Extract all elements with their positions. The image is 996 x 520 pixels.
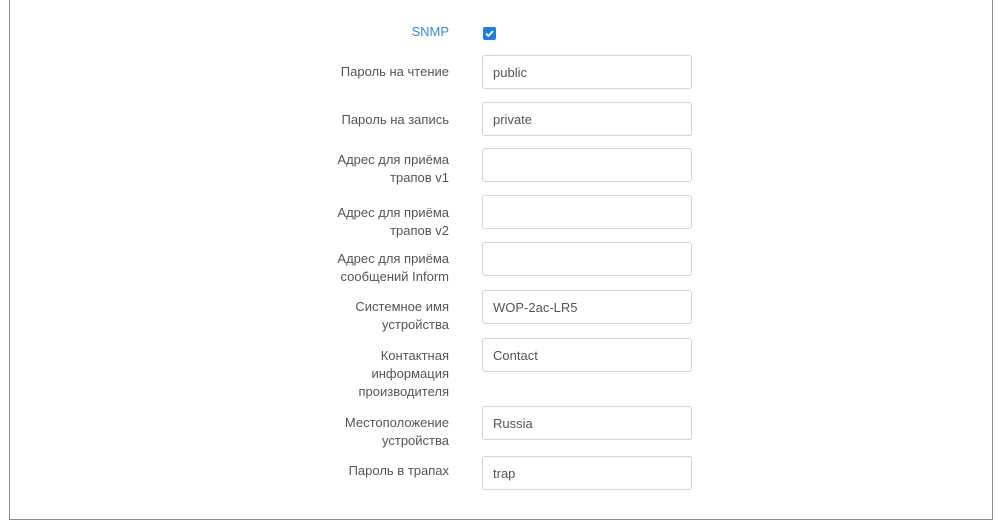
label-line: Адрес для приёма bbox=[337, 251, 449, 266]
label-line: Системное имя bbox=[355, 299, 449, 314]
trap-v1-address-label: Адрес для приёма трапов v1 bbox=[279, 151, 449, 187]
contact-label: Контактная информация производителя bbox=[279, 347, 449, 401]
system-name-label: Системное имя устройства bbox=[279, 298, 449, 334]
location-field[interactable] bbox=[482, 406, 692, 440]
snmp-checkbox[interactable] bbox=[483, 27, 496, 40]
label-line: устройства bbox=[382, 433, 449, 448]
label-line: Контактная bbox=[380, 348, 449, 363]
label-line: сообщений Inform bbox=[340, 269, 450, 284]
system-name-field[interactable] bbox=[482, 290, 692, 324]
label-line: трапов v1 bbox=[390, 170, 449, 185]
checkmark-icon bbox=[485, 30, 494, 38]
write-password-field[interactable] bbox=[482, 102, 692, 136]
write-password-label: Пароль на запись bbox=[341, 112, 449, 127]
contact-field[interactable] bbox=[482, 338, 692, 372]
location-label: Местоположение устройства bbox=[279, 414, 449, 450]
inform-address-label: Адрес для приёма сообщений Inform bbox=[279, 250, 449, 286]
trap-v2-address-label: Адрес для приёма трапов v2 bbox=[279, 204, 449, 240]
label-line: трапов v2 bbox=[390, 223, 449, 238]
trap-password-label: Пароль в трапах bbox=[348, 463, 449, 478]
label-line: устройства bbox=[382, 317, 449, 332]
label-line: Адрес для приёма bbox=[337, 152, 449, 167]
trap-v1-address-field[interactable] bbox=[482, 148, 692, 182]
trap-password-field[interactable] bbox=[482, 456, 692, 490]
trap-v2-address-field[interactable] bbox=[482, 195, 692, 229]
inform-address-field[interactable] bbox=[482, 242, 692, 276]
label-line: Адрес для приёма bbox=[337, 205, 449, 220]
read-password-field[interactable] bbox=[482, 55, 692, 89]
label-line: информация bbox=[371, 366, 449, 381]
label-line: производителя bbox=[358, 384, 449, 399]
read-password-label: Пароль на чтение bbox=[340, 64, 449, 79]
label-line: Местоположение bbox=[344, 415, 449, 430]
snmp-label: SNMP bbox=[411, 24, 449, 39]
